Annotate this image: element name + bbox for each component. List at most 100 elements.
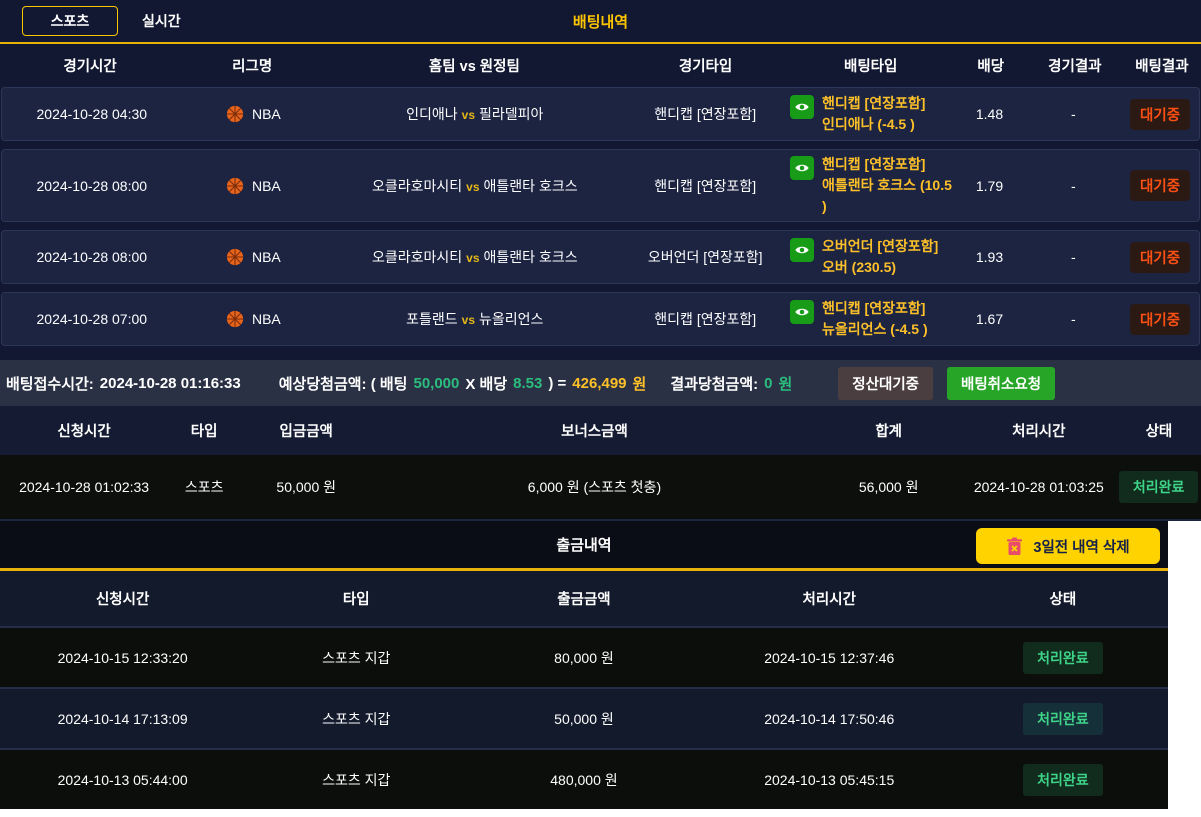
- bet-type-cell: 핸디캡 [연장포함]인디애나 (-4.5 ): [786, 93, 954, 135]
- odds: 1.79: [954, 178, 1026, 194]
- col-header-bet-result: 배팅결과: [1123, 55, 1201, 76]
- withdraw-amount: 50,000 원: [467, 709, 701, 729]
- receipt-time-value: 2024-10-28 01:16:33: [100, 375, 241, 392]
- wallet-type: 스포츠 지갑: [245, 709, 467, 729]
- result-won-label: 원: [778, 373, 792, 394]
- col-header-bonus-amount: 보너스금액: [372, 420, 816, 441]
- bet-type-cell: 핸디캡 [연장포함]뉴올리언스 (-4.5 ): [786, 298, 954, 340]
- bet-cancel-request-button[interactable]: 배팅취소요청: [947, 367, 1055, 400]
- betting-section: 스포츠 실시간 배팅내역 경기시간 리그명 홈팀 vs 원정팀 경기타입 배팅타…: [0, 0, 1201, 406]
- league: NBA: [182, 105, 326, 123]
- vs-label: vs: [462, 180, 483, 194]
- bet-result-badge: 대기중: [1130, 170, 1190, 201]
- col-header-processed-time: 처리시간: [701, 588, 958, 609]
- delete-history-button[interactable]: 3일전 내역 삭제: [976, 528, 1160, 564]
- processed-time: 2024-10-13 05:45:15: [701, 772, 958, 788]
- game-type: 오버언더 [연장포함]: [624, 247, 786, 267]
- game-result: -: [1025, 249, 1121, 265]
- trash-icon: [1006, 537, 1023, 556]
- col-header-game-type: 경기타입: [625, 55, 787, 76]
- request-time: 2024-10-13 05:44:00: [0, 772, 245, 788]
- bet-row: 2024-10-28 08:00 NBA 오클라호마시티vs애틀랜타 호크스 핸…: [1, 149, 1200, 222]
- bet-type-cell: 오버언더 [연장포함]오버 (230.5): [786, 236, 954, 278]
- game-result: -: [1025, 311, 1121, 327]
- vs-label: vs: [458, 313, 479, 327]
- bet-type-text: 오버언더 [연장포함]오버 (230.5): [822, 236, 938, 278]
- eye-icon[interactable]: [790, 238, 814, 262]
- basketball-icon: [226, 248, 244, 266]
- bet-type-cell: 핸디캡 [연장포함]애틀랜타 호크스 (10.5 ): [786, 154, 954, 217]
- col-header-deposit-amount: 입금금액: [240, 420, 372, 441]
- game-type: 핸디캡 [연장포함]: [624, 104, 786, 124]
- wallet-type: 스포츠 지갑: [245, 770, 467, 790]
- col-header-request-time: 신청시간: [0, 588, 245, 609]
- home-team: 인디애나: [406, 106, 458, 122]
- total-amount: 56,000 원: [817, 477, 961, 497]
- col-header-game-time: 경기시간: [0, 55, 180, 76]
- col-header-game-result: 경기결과: [1027, 55, 1123, 76]
- odds-total: 8.53: [513, 375, 542, 392]
- col-header-request-time: 신청시간: [0, 420, 168, 441]
- bet-row: 2024-10-28 04:30 NBA 인디애나vs필라델피아 핸디캡 [연장…: [1, 87, 1200, 141]
- bonus-amount: 6,000 원 (스포츠 첫충): [372, 477, 816, 497]
- request-time: 2024-10-28 01:02:33: [0, 479, 168, 495]
- col-header-type: 타입: [168, 420, 240, 441]
- settlement-pending-button[interactable]: 정산대기중: [838, 367, 933, 400]
- basketball-icon: [226, 310, 244, 328]
- withdraw-amount: 480,000 원: [467, 770, 701, 790]
- bet-result-badge: 대기중: [1130, 242, 1190, 273]
- col-header-type: 타입: [245, 588, 467, 609]
- col-header-odds: 배당: [955, 55, 1027, 76]
- away-team: 애틀랜타 호크스: [484, 178, 578, 194]
- bet-result-badge: 대기중: [1130, 99, 1190, 130]
- won-label: 원: [633, 373, 647, 394]
- eye-icon[interactable]: [790, 95, 814, 119]
- basketball-icon: [226, 177, 244, 195]
- basketball-icon: [226, 105, 244, 123]
- bet-type-text: 핸디캡 [연장포함]애틀랜타 호크스 (10.5 ): [822, 154, 954, 217]
- wallet-type: 스포츠 지갑: [245, 648, 467, 668]
- bet-amount: 50,000: [413, 375, 459, 392]
- home-team: 오클라호마시티: [372, 249, 462, 265]
- processed-time: 2024-10-14 17:50:46: [701, 711, 958, 727]
- league-name: NBA: [252, 106, 281, 122]
- expected-amount: 426,499: [572, 375, 626, 392]
- equals-label: ) =: [548, 375, 566, 392]
- game-time: 2024-10-28 07:00: [2, 311, 182, 327]
- status-badge: 처리완료: [1023, 764, 1103, 796]
- times-label: X 배당: [465, 373, 507, 394]
- league-name: NBA: [252, 311, 281, 327]
- processed-time: 2024-10-15 12:37:46: [701, 650, 958, 666]
- eye-icon[interactable]: [790, 300, 814, 324]
- deposit-row: 2024-10-28 01:02:33 스포츠 50,000 원 6,000 원…: [0, 455, 1201, 521]
- withdrawal-section: 출금내역 3일전 내역 삭제 신청시간 타입 출금금액 처리시간 상태 2024…: [0, 521, 1168, 809]
- teams: 포틀랜드vs뉴올리언스: [325, 309, 624, 329]
- tab-bar: 스포츠 실시간 배팅내역: [0, 0, 1201, 44]
- deposit-amount: 50,000 원: [240, 477, 372, 497]
- teams: 오클라호마시티vs애틀랜타 호크스: [325, 176, 624, 196]
- tab-sports[interactable]: 스포츠: [22, 6, 118, 36]
- odds: 1.93: [954, 249, 1026, 265]
- expected-label: 예상당첨금액: ( 배팅: [279, 373, 408, 394]
- bet-row: 2024-10-28 07:00 NBA 포틀랜드vs뉴올리언스 핸디캡 [연장…: [1, 292, 1200, 346]
- tab-realtime[interactable]: 실시간: [142, 11, 181, 31]
- bet-row: 2024-10-28 08:00 NBA 오클라호마시티vs애틀랜타 호크스 오…: [1, 230, 1200, 284]
- col-header-total: 합계: [817, 420, 961, 441]
- game-result: -: [1025, 178, 1121, 194]
- request-time: 2024-10-15 12:33:20: [0, 650, 245, 666]
- request-time: 2024-10-14 17:13:09: [0, 711, 245, 727]
- game-type: 핸디캡 [연장포함]: [624, 309, 786, 329]
- eye-icon[interactable]: [790, 156, 814, 180]
- home-team: 포틀랜드: [406, 311, 458, 327]
- result-amount: 0: [764, 375, 772, 392]
- col-header-processed-time: 처리시간: [961, 420, 1117, 441]
- deposit-type: 스포츠: [168, 477, 240, 497]
- league: NBA: [182, 310, 326, 328]
- game-time: 2024-10-28 04:30: [2, 106, 182, 122]
- betting-history-page: 스포츠 실시간 배팅내역 경기시간 리그명 홈팀 vs 원정팀 경기타입 배팅타…: [0, 0, 1201, 817]
- withdrawal-title-bar: 출금내역 3일전 내역 삭제: [0, 521, 1168, 571]
- game-type: 핸디캡 [연장포함]: [624, 176, 786, 196]
- league: NBA: [182, 177, 326, 195]
- game-time: 2024-10-28 08:00: [2, 178, 182, 194]
- col-header-bet-type: 배팅타입: [787, 55, 955, 76]
